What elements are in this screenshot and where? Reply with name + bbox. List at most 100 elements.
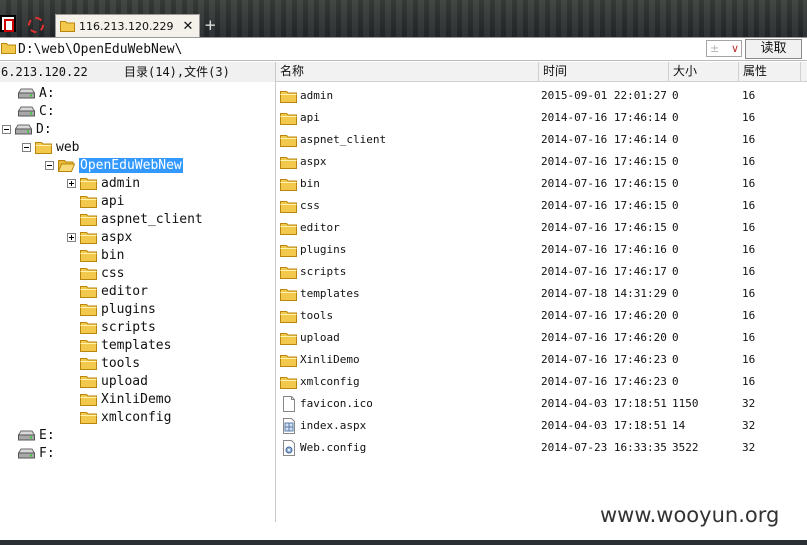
file-attr: 16 <box>742 155 756 168</box>
file-size: 0 <box>672 331 679 344</box>
path-input[interactable]: D:\web\OpenEduWebNew\ <box>18 42 182 57</box>
tree-node[interactable]: scripts <box>67 318 156 336</box>
file-name: plugins <box>300 243 347 256</box>
folder-icon <box>80 321 97 334</box>
close-icon[interactable]: ✕ <box>181 19 195 34</box>
tree-node[interactable]: plugins <box>67 300 156 318</box>
file-attr: 16 <box>742 353 756 366</box>
list-item[interactable]: scripts 2014-07-16 17:46:17 0 16 <box>276 261 807 283</box>
file-name: admin <box>300 89 334 102</box>
collapse-icon[interactable] <box>2 124 11 134</box>
file-attr: 16 <box>742 309 756 322</box>
tree-node[interactable]: D: <box>2 120 52 138</box>
tree-header: 6.213.120.22 目录(14),文件(3) <box>0 62 275 82</box>
file-time: 2014-07-16 17:46:15 <box>541 177 667 190</box>
tab-host[interactable]: 116.213.120.229 ✕ <box>55 14 200 37</box>
file-name: editor <box>300 221 340 234</box>
list-item[interactable]: index.aspx 2014-04-03 17:18:51 14 32 <box>276 415 807 437</box>
file-size: 0 <box>672 155 679 168</box>
app-icon[interactable] <box>0 15 16 32</box>
list-item[interactable]: XinliDemo 2014-07-16 17:46:23 0 16 <box>276 349 807 371</box>
file-size: 0 <box>672 133 679 146</box>
folder-icon <box>80 231 97 244</box>
file-attr: 32 <box>742 397 756 410</box>
tree-node[interactable]: E: <box>17 426 55 444</box>
file-list-header: 名称 时间 大小 属性 <box>276 62 807 82</box>
folder-open-icon <box>57 159 76 172</box>
tree-node[interactable]: web <box>22 138 79 156</box>
folder-icon <box>60 21 75 32</box>
folder-icon <box>80 393 97 406</box>
tree-node-label: xmlconfig <box>101 409 172 425</box>
expand-icon[interactable] <box>67 178 76 188</box>
list-item[interactable]: api 2014-07-16 17:46:14 0 16 <box>276 107 807 129</box>
tree-node-label: F: <box>39 445 55 461</box>
file-time: 2014-07-16 17:46:20 <box>541 309 667 322</box>
record-icon[interactable] <box>28 17 44 33</box>
tree-node[interactable]: F: <box>17 444 55 462</box>
tree-node-label: C: <box>39 103 55 119</box>
file-size: 0 <box>672 309 679 322</box>
list-item[interactable]: css 2014-07-16 17:46:15 0 16 <box>276 195 807 217</box>
folder-icon <box>80 285 97 298</box>
tree-node[interactable]: bin <box>67 246 124 264</box>
list-item[interactable]: aspx 2014-07-16 17:46:15 0 16 <box>276 151 807 173</box>
tree-node[interactable]: css <box>67 264 124 282</box>
read-button[interactable]: 读取 <box>745 39 802 59</box>
tree-node[interactable]: XinliDemo <box>67 390 171 408</box>
file-time: 2014-07-16 17:46:14 <box>541 133 667 146</box>
list-item[interactable]: bin 2014-07-16 17:46:15 0 16 <box>276 173 807 195</box>
list-item[interactable]: aspnet_client 2014-07-16 17:46:14 0 16 <box>276 129 807 151</box>
tree-node[interactable]: C: <box>17 102 55 120</box>
col-time[interactable]: 时间 <box>539 62 669 81</box>
folder-icon <box>80 177 97 190</box>
file-time: 2014-07-16 17:46:15 <box>541 199 667 212</box>
file-name: XinliDemo <box>300 353 360 366</box>
tree-node[interactable]: editor <box>67 282 148 300</box>
file-size: 0 <box>672 243 679 256</box>
list-item[interactable]: admin 2015-09-01 22:01:27 0 16 <box>276 85 807 107</box>
tree-node-label: scripts <box>101 319 156 335</box>
tree-node[interactable]: xmlconfig <box>67 408 171 426</box>
file-attr: 16 <box>742 331 756 344</box>
tree-node[interactable]: admin <box>67 174 140 192</box>
file-time: 2014-07-16 17:46:14 <box>541 111 667 124</box>
tree-node[interactable]: tools <box>67 354 140 372</box>
chevron-down-icon[interactable]: ∨ <box>731 42 739 55</box>
tree-node[interactable]: api <box>67 192 124 210</box>
tree-node[interactable]: A: <box>17 84 55 102</box>
list-item[interactable]: favicon.ico 2014-04-03 17:18:51 1150 32 <box>276 393 807 415</box>
collapse-icon[interactable] <box>22 142 31 152</box>
tree-node[interactable]: upload <box>67 372 148 390</box>
file-time: 2014-07-16 17:46:16 <box>541 243 667 256</box>
col-size[interactable]: 大小 <box>669 62 739 81</box>
new-tab-button[interactable]: + <box>204 16 217 34</box>
list-item[interactable]: Web.config 2014-07-23 16:33:35 3522 32 <box>276 437 807 459</box>
tree-node[interactable]: OpenEduWebNew <box>45 156 183 174</box>
collapse-icon[interactable] <box>45 160 54 170</box>
list-item[interactable]: editor 2014-07-16 17:46:15 0 16 <box>276 217 807 239</box>
list-item[interactable]: tools 2014-07-16 17:46:20 0 16 <box>276 305 807 327</box>
tree-node-label: admin <box>101 175 141 191</box>
file-attr: 16 <box>742 133 756 146</box>
tree-node[interactable]: aspx <box>67 228 132 246</box>
list-item[interactable]: upload 2014-07-16 17:46:20 0 16 <box>276 327 807 349</box>
tree-node-label: upload <box>101 373 148 389</box>
col-name[interactable]: 名称 <box>276 62 539 81</box>
drive-icon <box>17 430 36 441</box>
list-item[interactable]: xmlconfig 2014-07-16 17:46:23 0 16 <box>276 371 807 393</box>
col-attr[interactable]: 属性 <box>739 62 801 81</box>
list-item[interactable]: plugins 2014-07-16 17:46:16 0 16 <box>276 239 807 261</box>
expand-icon[interactable] <box>67 232 76 242</box>
file-name: index.aspx <box>300 419 367 432</box>
tree-node-label: aspnet_client <box>101 211 203 227</box>
tree-node[interactable]: templates <box>67 336 171 354</box>
encoding-select[interactable]: ± ∨ <box>706 40 742 57</box>
directory-tree[interactable]: A: C: D: web OpenEduWebNew admin api aspnet_cli… <box>0 82 275 522</box>
tree-node-label: D: <box>36 121 52 137</box>
tree-node[interactable]: aspnet_client <box>67 210 203 228</box>
host-label: 6.213.120.22 <box>1 65 88 79</box>
list-item[interactable]: templates 2014-07-18 14:31:29 0 16 <box>276 283 807 305</box>
